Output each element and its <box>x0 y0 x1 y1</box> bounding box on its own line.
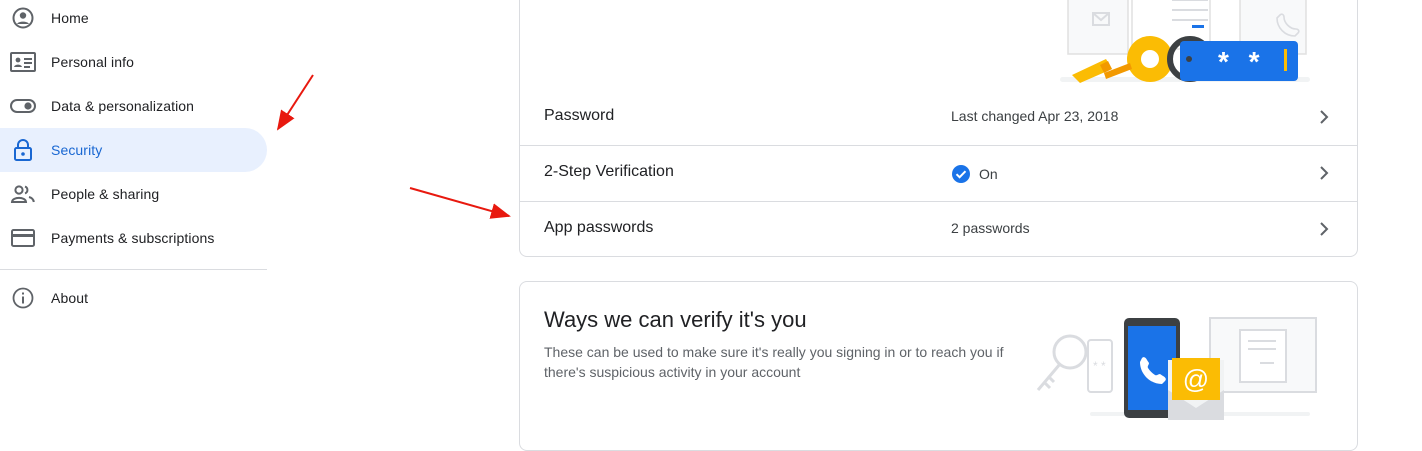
sidebar-divider <box>0 269 267 270</box>
verify-description: These can be used to make sure it's real… <box>544 344 1004 380</box>
sidebar-item-label: About <box>51 290 89 306</box>
sidebar-item-data-personalization[interactable]: Data & personalization <box>0 84 267 128</box>
sidebar-item-security[interactable]: Security <box>0 128 267 172</box>
password-keys-illustration: * * <box>1060 0 1310 83</box>
password-mask-text: * * <box>1218 46 1266 77</box>
svg-text:* *: * * <box>1093 359 1106 373</box>
two-step-status: On <box>951 164 998 184</box>
sidebar-item-label: People & sharing <box>51 186 160 202</box>
two-step-verification-row[interactable]: 2-Step Verification On <box>520 145 1357 201</box>
arrow-to-app-passwords <box>409 187 511 219</box>
app-passwords-label: App passwords <box>544 219 654 236</box>
arrow-to-security <box>276 74 314 131</box>
sidebar-item-personal-info[interactable]: Personal info <box>0 40 267 84</box>
sidebar-item-label: Personal info <box>51 54 135 70</box>
id-card-icon <box>10 49 36 75</box>
password-row[interactable]: Password Last changed Apr 23, 2018 <box>520 89 1357 145</box>
verify-title: Ways we can verify it's you <box>544 307 807 332</box>
sidebar-item-label: Payments & subscriptions <box>51 230 215 246</box>
sidebar-item-label: Security <box>51 142 103 158</box>
sidebar-item-label: Data & personalization <box>51 98 195 114</box>
sidebar-item-home[interactable]: Home <box>0 0 267 40</box>
sidebar-item-label: Home <box>51 10 89 26</box>
chevron-right-icon <box>1320 166 1329 180</box>
sidebar-item-people-sharing[interactable]: People & sharing <box>0 172 267 216</box>
sidebar-item-about[interactable]: About <box>0 276 267 320</box>
account-circle-icon <box>10 5 36 31</box>
sidebar-nav: Home Personal info Data & personalizatio… <box>0 0 267 435</box>
verify-card: Ways we can verify it's you These can be… <box>519 281 1358 451</box>
signin-card: * * Password Last changed Apr 23, 2018 2… <box>519 0 1358 257</box>
email-at-symbol: @ <box>1183 364 1209 394</box>
people-icon <box>10 181 36 207</box>
toggle-icon <box>10 93 36 119</box>
info-icon <box>10 285 36 311</box>
two-step-status-text: On <box>979 166 998 182</box>
password-label: Password <box>544 107 615 124</box>
chevron-right-icon <box>1320 110 1329 124</box>
app-passwords-row[interactable]: App passwords 2 passwords <box>520 201 1357 257</box>
credit-card-icon <box>10 225 36 251</box>
lock-icon <box>10 137 36 163</box>
sidebar-item-payments[interactable]: Payments & subscriptions <box>0 216 267 260</box>
app-passwords-count: 2 passwords <box>951 220 1030 236</box>
two-step-label: 2-Step Verification <box>544 163 674 180</box>
verify-methods-illustration: * * @ <box>1036 317 1317 420</box>
check-circle-icon <box>952 165 970 183</box>
chevron-right-icon <box>1320 222 1329 236</box>
password-last-changed: Last changed Apr 23, 2018 <box>951 108 1119 124</box>
